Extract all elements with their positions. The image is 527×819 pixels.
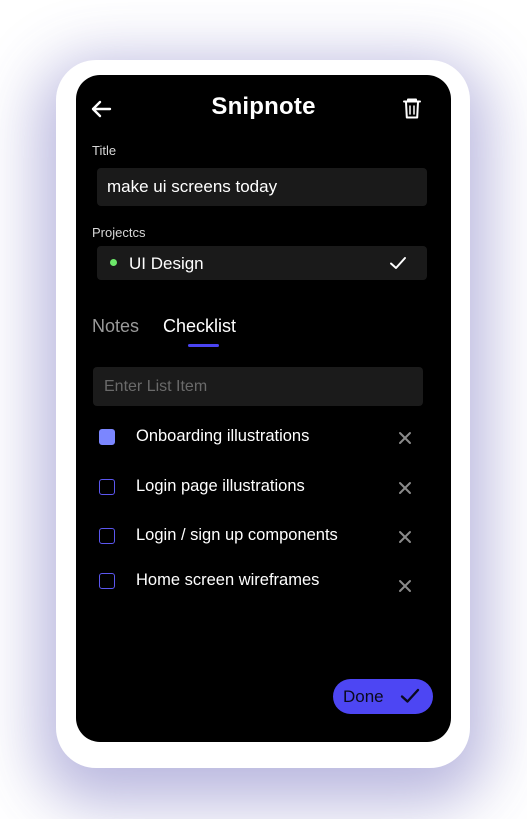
projects-label: Projectcs — [92, 225, 146, 240]
close-icon[interactable] — [396, 479, 414, 497]
check-icon — [400, 688, 420, 703]
active-tab-indicator — [188, 344, 219, 347]
project-name: UI Design — [129, 254, 204, 273]
trash-icon — [403, 98, 421, 119]
project-select[interactable]: UI Design — [97, 246, 427, 280]
checklist-item: Login page illustrations — [76, 473, 451, 503]
app-title: Snipnote — [211, 93, 316, 120]
checklist-item: Onboarding illustrations — [76, 423, 451, 453]
checklist-item: Home screen wireframes — [76, 567, 451, 597]
done-button[interactable]: Done — [333, 679, 433, 714]
list-item-input[interactable] — [93, 367, 423, 406]
check-icon — [390, 257, 406, 269]
project-status-dot-icon — [110, 259, 117, 266]
item-checkbox[interactable] — [99, 573, 115, 589]
checklist-item: Login / sign up components — [76, 522, 451, 552]
title-input[interactable] — [97, 168, 427, 206]
note-editor-screen: Snipnote Title Projectcs UI Design Notes… — [76, 75, 451, 742]
item-checkbox[interactable] — [99, 429, 115, 445]
item-label: Home screen wireframes — [136, 571, 320, 589]
tab-notes[interactable]: Notes — [92, 316, 139, 337]
item-checkbox[interactable] — [99, 528, 115, 544]
item-label: Login page illustrations — [136, 477, 305, 495]
close-icon[interactable] — [396, 577, 414, 595]
item-label: Login / sign up components — [136, 526, 338, 544]
tab-checklist[interactable]: Checklist — [163, 316, 236, 337]
item-checkbox[interactable] — [99, 479, 115, 495]
close-icon[interactable] — [396, 429, 414, 447]
done-label: Done — [343, 687, 384, 706]
item-label: Onboarding illustrations — [136, 427, 310, 445]
delete-button[interactable] — [398, 95, 426, 123]
close-icon[interactable] — [396, 528, 414, 546]
title-label: Title — [92, 143, 117, 158]
